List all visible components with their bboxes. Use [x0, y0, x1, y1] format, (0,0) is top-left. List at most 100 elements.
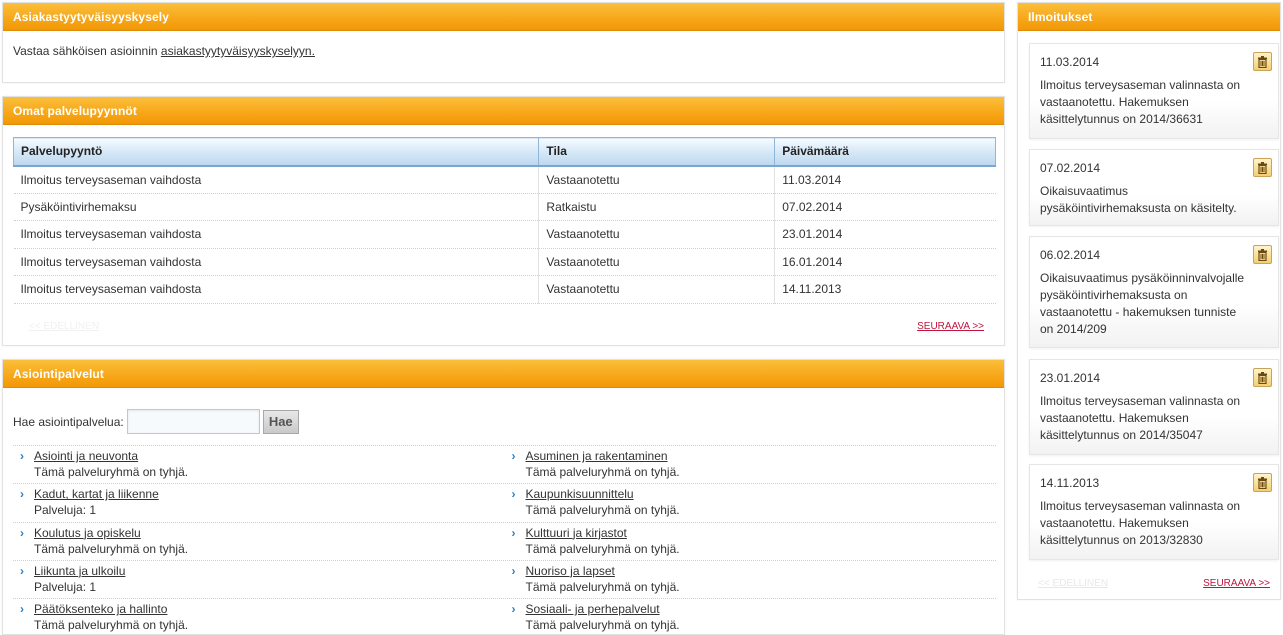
list-item: › Liikunta ja ulkoilu Palveluja: 1: [13, 561, 505, 598]
service-group-link[interactable]: Asuminen ja rakentaminen: [526, 449, 997, 464]
notification-card: 07.02.2014 Oikaisuvaatimus pysäköintivir…: [1029, 149, 1279, 226]
service-group-link[interactable]: Koulutus ja opiskelu: [34, 526, 505, 541]
notification-text: Ilmoitus terveysaseman valinnasta on vas…: [1040, 78, 1241, 126]
service-group-count: Tämä palveluryhmä on tyhjä.: [525, 503, 680, 518]
chevron-right-icon: ›: [511, 487, 516, 502]
request-date: 14.11.2013: [774, 275, 996, 304]
trash-icon[interactable]: [1253, 368, 1272, 387]
column-header-status[interactable]: Tila: [538, 137, 776, 167]
survey-link[interactable]: asiakastyytyväisyyskyselyyn.: [161, 44, 315, 58]
notifications-previous-link: << EDELLINEN: [1038, 578, 1109, 589]
service-group-link[interactable]: Sosiaali- ja perhepalvelut: [526, 602, 997, 617]
list-item: › Sosiaali- ja perhepalvelut Tämä palvel…: [505, 599, 997, 635]
notification-text: Oikaisuvaatimus pysäköinninvalvojalle py…: [1040, 271, 1245, 336]
service-row: › Päätöksenteko ja hallinto Tämä palvelu…: [13, 599, 996, 635]
e-services-panel: Asiointipalvelut Hae asiointipalvelua: H…: [2, 359, 1005, 635]
service-row: › Liikunta ja ulkoilu Palveluja: 1 › Nuo…: [13, 561, 997, 600]
service-row: › Asiointi ja neuvonta Tämä palveluryhmä…: [13, 446, 997, 485]
request-name: Ilmoitus terveysaseman vaihdosta: [13, 275, 540, 304]
notification-card: 23.01.2014 Ilmoitus terveysaseman valinn…: [1029, 359, 1279, 455]
notification-card: 11.03.2014 Ilmoitus terveysaseman valinn…: [1029, 43, 1279, 139]
list-item: › Kaupunkisuunnittelu Tämä palveluryhmä …: [505, 484, 997, 521]
requests-panel-title: Omat palvelupyynnöt: [3, 97, 1004, 125]
request-date: 16.01.2014: [774, 248, 996, 276]
service-row: › Kadut, kartat ja liikenne Palveluja: 1…: [13, 484, 997, 523]
service-row: › Koulutus ja opiskelu Tämä palveluryhmä…: [13, 523, 996, 561]
notifications-next-link[interactable]: SEURAAVA >>: [1203, 578, 1270, 589]
request-status: Vastaanotettu: [538, 165, 776, 194]
notification-text: Ilmoitus terveysaseman valinnasta on vas…: [1040, 394, 1241, 442]
requests-table: Palvelupyyntö Tila Päivämäärä Ilmoitus t…: [12, 137, 996, 304]
search-label: Hae asiointipalvelua:: [13, 414, 124, 429]
service-group-link[interactable]: Kulttuuri ja kirjastot: [526, 526, 997, 541]
list-item: › Kadut, kartat ja liikenne Palveluja: 1: [13, 484, 505, 521]
service-group-count: Tämä palveluryhmä on tyhjä.: [525, 618, 680, 633]
trash-icon[interactable]: [1253, 245, 1272, 264]
notification-text: Oikaisuvaatimus pysäköintivirhemaksusta …: [1040, 184, 1237, 215]
notification-date: 23.01.2014: [1040, 371, 1101, 385]
survey-panel-title: Asiakastyytyväisyyskysely: [3, 3, 1004, 31]
trash-icon[interactable]: [1253, 473, 1272, 492]
request-status: Vastaanotettu: [538, 220, 776, 249]
chevron-right-icon: ›: [20, 525, 24, 540]
service-group-link[interactable]: Kadut, kartat ja liikenne: [34, 487, 505, 502]
request-name: Ilmoitus terveysaseman vaihdosta: [13, 248, 540, 276]
notification-card: 06.02.2014 Oikaisuvaatimus pysäköinninva…: [1029, 236, 1279, 348]
request-date: 11.03.2014: [774, 165, 996, 194]
table-row[interactable]: Ilmoitus terveysaseman vaihdosta Vastaan…: [13, 165, 996, 194]
notifications-panel: Ilmoitukset 11.03.2014 Ilmoitus terveysa…: [1017, 2, 1281, 600]
services-panel-title: Asiointipalvelut: [3, 360, 1004, 388]
service-group-count: Tämä palveluryhmä on tyhjä.: [525, 579, 680, 594]
service-group-count: Tämä palveluryhmä on tyhjä.: [525, 465, 680, 479]
service-group-link[interactable]: Päätöksenteko ja hallinto: [34, 602, 505, 617]
column-header-date[interactable]: Päivämäärä: [774, 137, 996, 167]
survey-panel: Asiakastyytyväisyyskysely Vastaa sähköis…: [2, 2, 1005, 83]
requests-header-row: Palvelupyyntö Tila Päivämäärä: [12, 137, 996, 167]
list-item: › Nuoriso ja lapset Tämä palveluryhmä on…: [505, 561, 997, 598]
survey-text-prefix: Vastaa sähköisen asioinnin: [13, 44, 158, 58]
notification-date: 14.11.2013: [1040, 476, 1100, 490]
list-item: › Asiointi ja neuvonta Tämä palveluryhmä…: [13, 446, 505, 483]
request-name: Ilmoitus terveysaseman vaihdosta: [13, 220, 540, 249]
request-status: Vastaanotettu: [538, 275, 776, 304]
notification-date: 11.03.2014: [1040, 55, 1100, 69]
request-status: Vastaanotettu: [538, 248, 776, 276]
request-date: 23.01.2014: [774, 220, 996, 249]
requests-next-link[interactable]: SEURAAVA >>: [917, 321, 984, 332]
list-item: › Päätöksenteko ja hallinto Tämä palvelu…: [13, 599, 505, 635]
list-item: › Kulttuuri ja kirjastot Tämä palveluryh…: [505, 523, 997, 560]
table-row[interactable]: Ilmoitus terveysaseman vaihdosta Vastaan…: [13, 220, 996, 249]
table-row[interactable]: Ilmoitus terveysaseman vaihdosta Vastaan…: [13, 248, 996, 276]
notifications-panel-title: Ilmoitukset: [1018, 3, 1280, 31]
service-search: Hae asiointipalvelua: Hae: [13, 409, 299, 434]
service-group-link[interactable]: Asiointi ja neuvonta: [34, 449, 505, 464]
request-status: Ratkaistu: [538, 193, 776, 221]
service-group-count: Tämä palveluryhmä on tyhjä.: [525, 541, 680, 556]
service-group-link[interactable]: Nuoriso ja lapset: [526, 564, 997, 579]
service-group-count: Tämä palveluryhmä on tyhjä.: [34, 465, 189, 479]
chevron-right-icon: ›: [511, 563, 516, 578]
notification-text: Ilmoitus terveysaseman valinnasta on vas…: [1040, 499, 1241, 547]
search-input[interactable]: [126, 409, 260, 434]
search-button[interactable]: Hae: [262, 409, 299, 434]
survey-text: Vastaa sähköisen asioinnin asiakastyytyv…: [3, 31, 1004, 71]
trash-icon[interactable]: [1253, 158, 1272, 177]
list-item: › Asuminen ja rakentaminen Tämä palvelur…: [505, 446, 997, 483]
column-header-request[interactable]: Palvelupyyntö: [12, 137, 540, 167]
notification-card: 14.11.2013 Ilmoitus terveysaseman valinn…: [1029, 464, 1279, 560]
table-row[interactable]: Pysäköintivirhemaksu Ratkaistu 07.02.201…: [13, 193, 996, 221]
table-row[interactable]: Ilmoitus terveysaseman vaihdosta Vastaan…: [13, 275, 996, 304]
service-group-count: Tämä palveluryhmä on tyhjä.: [34, 618, 189, 633]
chevron-right-icon: ›: [511, 525, 516, 540]
trash-icon[interactable]: [1253, 52, 1272, 71]
service-group-count: Palveluja: 1: [34, 503, 97, 518]
notification-date: 06.02.2014: [1040, 248, 1101, 262]
service-group-list: › Asiointi ja neuvonta Tämä palveluryhmä…: [13, 445, 996, 635]
chevron-right-icon: ›: [511, 602, 516, 617]
service-group-link[interactable]: Liikunta ja ulkoilu: [34, 564, 505, 579]
chevron-right-icon: ›: [20, 487, 24, 502]
request-date: 07.02.2014: [774, 193, 996, 221]
chevron-right-icon: ›: [20, 602, 24, 617]
service-group-link[interactable]: Kaupunkisuunnittelu: [526, 487, 997, 502]
requests-previous-link: << EDELLINEN: [29, 321, 100, 332]
